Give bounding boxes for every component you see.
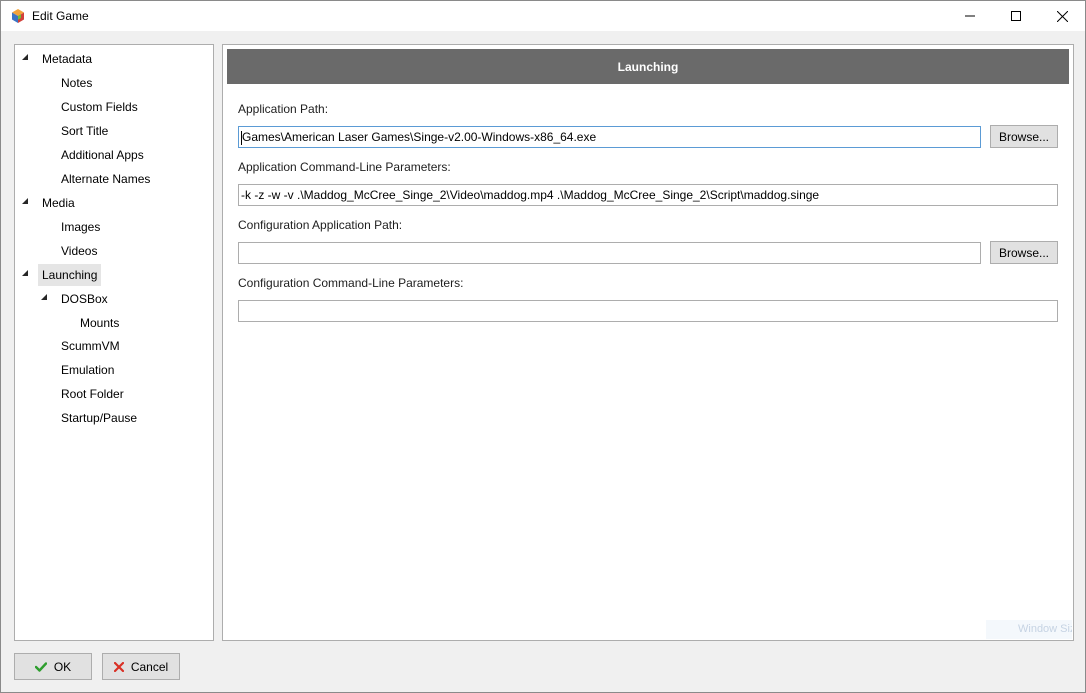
tree-item-additional-apps[interactable]: Additional Apps: [57, 144, 148, 164]
tree-item-videos[interactable]: Videos: [57, 240, 101, 260]
maximize-icon: [1011, 11, 1021, 21]
application-path-input[interactable]: Games\American Laser Games\Singe-v2.00-W…: [238, 126, 981, 148]
window-title: Edit Game: [32, 9, 89, 23]
section-tree: Metadata Notes Custom Fields Sort Title …: [14, 44, 214, 641]
launchbox-app-icon: [10, 8, 26, 24]
expand-arrow-icon[interactable]: [22, 198, 28, 204]
window-size-watermark: Window Size: [986, 620, 1072, 639]
maximize-button[interactable]: [993, 1, 1039, 31]
tree-item-launching[interactable]: Launching: [38, 264, 102, 286]
tree-item-alternate-names[interactable]: Alternate Names: [57, 168, 154, 188]
cancel-button[interactable]: Cancel: [102, 653, 180, 680]
cancel-x-icon: [113, 661, 124, 672]
tree-item-dosbox[interactable]: DOSBox: [57, 288, 112, 308]
expand-arrow-icon[interactable]: [41, 294, 47, 300]
tree-item-scummvm[interactable]: ScummVM: [57, 335, 124, 355]
expand-arrow-icon[interactable]: [22, 270, 28, 276]
ok-label: OK: [53, 659, 72, 674]
expand-arrow-icon[interactable]: [22, 54, 28, 60]
close-button[interactable]: [1039, 1, 1085, 31]
tree-item-startup-pause[interactable]: Startup/Pause: [57, 407, 141, 427]
config-path-label: Configuration Application Path:: [238, 218, 403, 232]
application-path-value: Games\American Laser Games\Singe-v2.00-W…: [242, 130, 597, 144]
config-params-input[interactable]: [238, 300, 1058, 322]
ok-button[interactable]: OK: [14, 653, 92, 680]
application-params-input[interactable]: -k -z -w -v .\Maddog_McCree_Singe_2\Vide…: [238, 184, 1058, 206]
tree-item-media[interactable]: Media: [38, 192, 79, 212]
config-path-input[interactable]: [238, 242, 981, 264]
title-bar[interactable]: Edit Game: [1, 1, 1085, 31]
config-params-label: Configuration Command-Line Parameters:: [238, 276, 464, 290]
tree-item-emulation[interactable]: Emulation: [57, 359, 118, 379]
edit-game-window: Edit Game Metadata Notes Custom Fields S…: [0, 0, 1086, 693]
tree-item-metadata[interactable]: Metadata: [38, 48, 96, 68]
checkmark-icon: [34, 661, 47, 672]
minimize-button[interactable]: [947, 1, 993, 31]
config-path-browse-button[interactable]: Browse...: [990, 241, 1058, 264]
tree-item-custom-fields[interactable]: Custom Fields: [57, 96, 142, 116]
close-icon: [1056, 10, 1068, 22]
cancel-label: Cancel: [130, 659, 169, 674]
tree-item-sort-title[interactable]: Sort Title: [57, 120, 112, 140]
launching-panel: Launching Application Path: Games\Americ…: [222, 44, 1074, 641]
tree-item-mounts[interactable]: Mounts: [76, 312, 123, 332]
application-path-browse-button[interactable]: Browse...: [990, 125, 1058, 148]
section-header: Launching: [227, 49, 1069, 84]
application-params-label: Application Command-Line Parameters:: [238, 160, 451, 174]
tree-item-root-folder[interactable]: Root Folder: [57, 383, 128, 403]
minimize-icon: [965, 15, 975, 17]
application-path-label: Application Path:: [238, 102, 329, 116]
tree-item-images[interactable]: Images: [57, 216, 104, 236]
tree-item-notes[interactable]: Notes: [57, 72, 96, 92]
